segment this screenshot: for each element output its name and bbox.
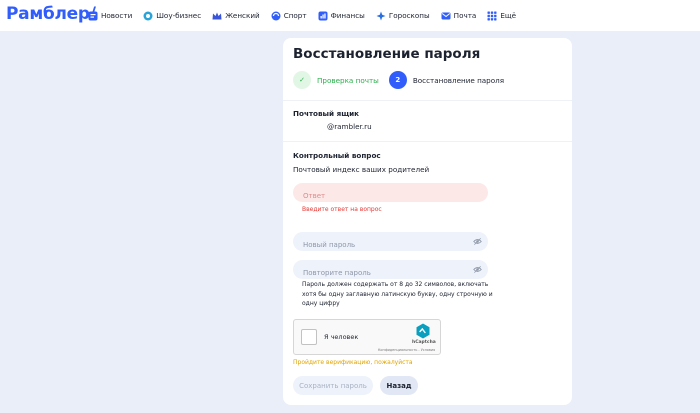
showbiz-icon	[143, 11, 153, 21]
repeat-password-field	[293, 260, 488, 283]
captcha-brand: hCaptcha	[412, 340, 436, 345]
nav-item-label: Новости	[101, 11, 133, 20]
nav-item-label: Ещё	[500, 11, 517, 20]
nav-item-showbiz[interactable]: Шоу-бизнес	[143, 11, 201, 21]
hcaptcha-logo-icon	[415, 323, 431, 339]
nav-item-label: Финансы	[330, 11, 365, 20]
nav-item-news[interactable]: Новости	[88, 11, 132, 21]
nav-item-label: Почта	[453, 11, 477, 20]
step-label-password-recovery: Восстановление пароля	[412, 75, 505, 85]
divider	[283, 100, 572, 101]
nav-item-women[interactable]: Женский	[212, 11, 260, 21]
save-password-button[interactable]: Сохранить пароль	[293, 376, 373, 395]
step-current-number: 2	[388, 71, 407, 89]
captcha-links[interactable]: Конфиденциальность - Условия	[378, 348, 435, 352]
nav-item-label: Шоу-бизнес	[156, 11, 202, 20]
mail-icon	[441, 11, 451, 21]
password-requirements-hint: Пароль должен содержать от 8 до 32 симво…	[302, 281, 493, 307]
hcaptcha-widget: Я человек hCaptcha Конфиденциальность - …	[293, 319, 441, 355]
captcha-checkbox[interactable]	[301, 329, 317, 345]
nav-item-sport[interactable]: Спорт	[271, 11, 307, 21]
news-icon	[88, 11, 98, 21]
step-done-check-icon: ✓	[293, 71, 311, 89]
nav-item-more[interactable]: Ещё	[487, 11, 516, 21]
new-password-field	[293, 232, 488, 255]
grid-icon	[487, 11, 497, 21]
answer-input[interactable]	[293, 186, 488, 206]
main-nav: Новости Шоу-бизнес Женский Спорт Финансы	[88, 0, 527, 31]
nav-item-finance[interactable]: Финансы	[318, 11, 365, 21]
security-question-label: Контрольный вопрос	[293, 151, 381, 160]
horoscope-icon	[376, 11, 386, 21]
sport-icon	[271, 11, 281, 21]
security-question-text: Почтовый индекс ваших родителей	[293, 165, 430, 174]
verification-warning: Пройдите верификацию, пожалуйста	[293, 359, 413, 366]
divider	[283, 141, 572, 142]
answer-field	[293, 183, 488, 206]
progress-steps: ✓ Проверка почты 2 Восстановление пароля	[293, 70, 514, 90]
nav-item-horoscopes[interactable]: Гороскопы	[376, 11, 430, 21]
password-recovery-card: Восстановление пароля ✓ Проверка почты 2…	[283, 38, 572, 405]
mailbox-label: Почтовый ящик	[293, 109, 360, 118]
nav-item-label: Гороскопы	[388, 11, 430, 20]
nav-item-label: Женский	[225, 11, 260, 20]
page-title: Восстановление пароля	[293, 46, 481, 62]
mailbox-value: @rambler.ru	[327, 122, 372, 131]
step-label-email-check: Проверка почты	[317, 75, 379, 85]
eye-off-icon[interactable]	[473, 237, 482, 246]
finance-icon	[318, 11, 328, 21]
nav-item-label: Спорт	[283, 11, 307, 20]
back-button[interactable]: Назад	[380, 376, 418, 395]
top-bar: Рамблер/ Новости Шоу-бизнес Женский Спор…	[0, 0, 700, 31]
rambler-logo[interactable]: Рамблер/	[6, 4, 96, 24]
captcha-label: Я человек	[324, 333, 359, 341]
nav-item-mail[interactable]: Почта	[441, 11, 477, 21]
answer-error-message: Введите ответ на вопрос	[302, 206, 382, 213]
eye-off-icon[interactable]	[473, 265, 482, 274]
crown-icon	[212, 11, 222, 21]
new-password-input[interactable]	[293, 235, 488, 255]
